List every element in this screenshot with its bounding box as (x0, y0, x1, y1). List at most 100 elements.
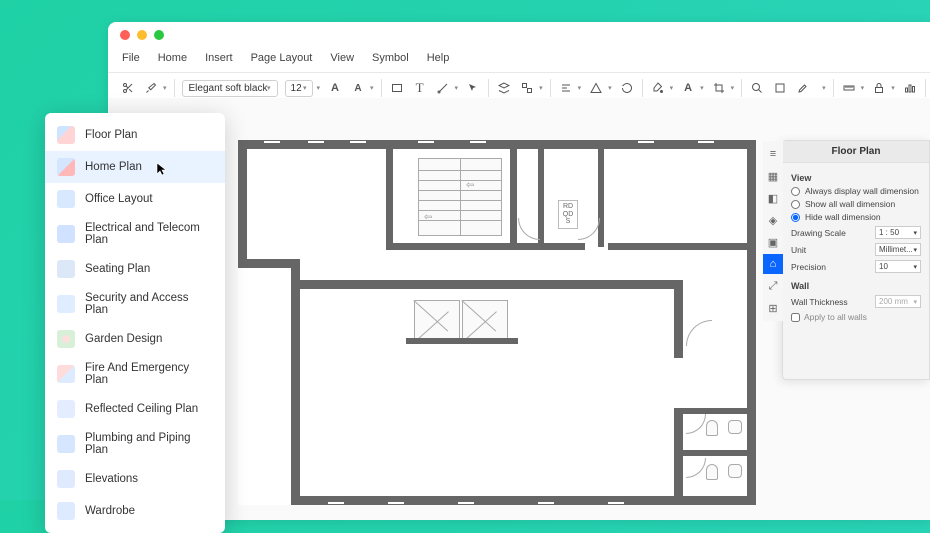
zoom-icon[interactable] (749, 80, 765, 96)
pointer-tool-icon[interactable] (465, 80, 481, 96)
chevron-down-icon[interactable]: ▾ (861, 84, 865, 92)
radio-input[interactable] (791, 200, 800, 209)
paintbrush-icon[interactable] (143, 80, 159, 96)
fill-color-icon[interactable] (650, 80, 666, 96)
plan-type-item-office-layout[interactable]: Office Layout (45, 183, 225, 215)
precision-label: Precision (791, 262, 826, 272)
checkbox-input[interactable] (791, 313, 800, 322)
floor-plan-drawing[interactable]: ⇦ ⇦ RD QD S (238, 140, 756, 505)
maximize-window-button[interactable] (154, 30, 164, 40)
plan-type-item-floor-plan[interactable]: Floor Plan (45, 119, 225, 151)
font-family-value: Elegant soft black (189, 83, 268, 94)
rail-tab-grid-icon[interactable]: ▦ (763, 166, 783, 186)
menu-page-layout[interactable]: Page Layout (251, 52, 313, 64)
apply-all-walls-checkbox[interactable]: Apply to all walls (791, 312, 921, 322)
plan-type-label: Garden Design (85, 333, 162, 345)
connector-tool-icon[interactable] (435, 80, 451, 96)
properties-panel: ≡ ▦ ◧ ◈ ▣ ⌂ ⤢ ⊞ Floor Plan View Always d… (782, 140, 930, 380)
panel-title: Floor Plan (783, 141, 929, 163)
rail-tab-page-icon[interactable]: ▣ (763, 232, 783, 252)
chevron-down-icon[interactable]: ▾ (891, 84, 895, 92)
rail-tab-floorplan-icon[interactable]: ⌂ (763, 254, 783, 274)
plan-type-label: Electrical and Telecom Plan (85, 222, 213, 246)
plan-type-item-seating-plan[interactable]: Seating Plan (45, 253, 225, 285)
radio-input[interactable] (791, 213, 800, 222)
plan-type-item-home-plan[interactable]: Home Plan (45, 151, 225, 183)
minimize-window-button[interactable] (137, 30, 147, 40)
layers-icon[interactable] (496, 80, 512, 96)
crop-icon[interactable] (711, 80, 727, 96)
plan-type-item-fire-emergency[interactable]: Fire And Emergency Plan (45, 355, 225, 393)
menu-insert[interactable]: Insert (205, 52, 233, 64)
font-family-select[interactable]: Elegant soft black ▾ (182, 80, 278, 97)
plan-icon (57, 502, 75, 520)
rail-tab-layers-icon[interactable]: ◈ (763, 210, 783, 230)
unit-select[interactable]: Millimet...▾ (875, 243, 921, 256)
precision-select[interactable]: 10▾ (875, 260, 921, 273)
decrease-font-icon[interactable]: A (350, 80, 366, 96)
plan-icon (57, 190, 75, 208)
chevron-down-icon[interactable]: ▾ (317, 84, 321, 92)
chevron-down-icon[interactable]: ▾ (731, 84, 735, 92)
fit-page-icon[interactable] (772, 80, 788, 96)
plan-type-item-electrical-telecom[interactable]: Electrical and Telecom Plan (45, 215, 225, 253)
chevron-down-icon[interactable]: ▾ (670, 84, 674, 92)
panel-section-wall: Wall (791, 281, 921, 291)
chevron-down-icon[interactable]: ▾ (370, 84, 374, 92)
ruler-icon[interactable] (841, 80, 857, 96)
increase-font-icon[interactable]: A (327, 80, 343, 96)
cut-icon[interactable] (120, 80, 136, 96)
opt-always-display[interactable]: Always display wall dimension (791, 186, 921, 196)
plan-type-label: Office Layout (85, 193, 153, 205)
chevron-down-icon[interactable]: ▾ (700, 84, 704, 92)
plan-type-label: Reflected Ceiling Plan (85, 403, 198, 415)
align-icon[interactable] (558, 80, 574, 96)
radio-input[interactable] (791, 187, 800, 196)
drawing-scale-select[interactable]: 1 : 50▾ (875, 226, 921, 239)
menu-symbol[interactable]: Symbol (372, 52, 409, 64)
wall-thickness-select[interactable]: 200 mm▾ (875, 295, 921, 308)
font-size-select[interactable]: 12 ▾ (285, 80, 313, 97)
warning-icon[interactable] (588, 80, 604, 96)
plan-type-item-garden-design[interactable]: Garden Design (45, 323, 225, 355)
plan-type-label: Seating Plan (85, 263, 150, 275)
rail-tab-settings-icon[interactable]: ⊞ (763, 298, 783, 318)
chevron-down-icon[interactable]: ▾ (539, 84, 543, 92)
text-tool-icon[interactable]: T (412, 80, 428, 96)
plan-type-label: Elevations (85, 473, 138, 485)
cursor-pointer-icon (156, 162, 168, 179)
chart-icon[interactable] (902, 80, 918, 96)
rail-tab-fullscreen-icon[interactable]: ⤢ (763, 276, 783, 296)
lock-icon[interactable] (871, 80, 887, 96)
plan-type-label: Floor Plan (85, 129, 137, 141)
menu-file[interactable]: File (122, 52, 140, 64)
plan-icon (57, 435, 75, 453)
chevron-down-icon[interactable]: ▾ (578, 84, 582, 92)
plan-type-item-elevations[interactable]: Elevations (45, 463, 225, 495)
plan-type-item-plumbing-piping[interactable]: Plumbing and Piping Plan (45, 425, 225, 463)
plan-type-label: Plumbing and Piping Plan (85, 432, 213, 456)
highlight-icon[interactable] (795, 80, 811, 96)
plan-type-label: Security and Access Plan (85, 292, 213, 316)
menu-help[interactable]: Help (427, 52, 450, 64)
menu-view[interactable]: View (330, 52, 354, 64)
close-window-button[interactable] (120, 30, 130, 40)
plan-type-item-reflected-ceiling[interactable]: Reflected Ceiling Plan (45, 393, 225, 425)
refresh-icon[interactable] (619, 80, 635, 96)
rail-tab-menu-icon[interactable]: ≡ (763, 144, 783, 164)
chevron-down-icon[interactable]: ▾ (163, 84, 167, 92)
chevron-down-icon[interactable]: ▾ (608, 84, 612, 92)
rect-tool-icon[interactable] (389, 80, 405, 96)
chevron-down-icon[interactable]: ▾ (822, 84, 826, 92)
rail-tab-shapes-icon[interactable]: ◧ (763, 188, 783, 208)
group-icon[interactable] (519, 80, 535, 96)
menu-home[interactable]: Home (158, 52, 187, 64)
font-size-value: 12 (291, 83, 302, 94)
plan-type-item-security-access[interactable]: Security and Access Plan (45, 285, 225, 323)
text-color-icon[interactable]: A (680, 80, 696, 96)
opt-show-all[interactable]: Show all wall dimension (791, 199, 921, 209)
plan-icon (57, 225, 75, 243)
plan-icon (57, 126, 75, 144)
chevron-down-icon[interactable]: ▾ (455, 84, 459, 92)
opt-hide[interactable]: Hide wall dimension (791, 212, 921, 222)
